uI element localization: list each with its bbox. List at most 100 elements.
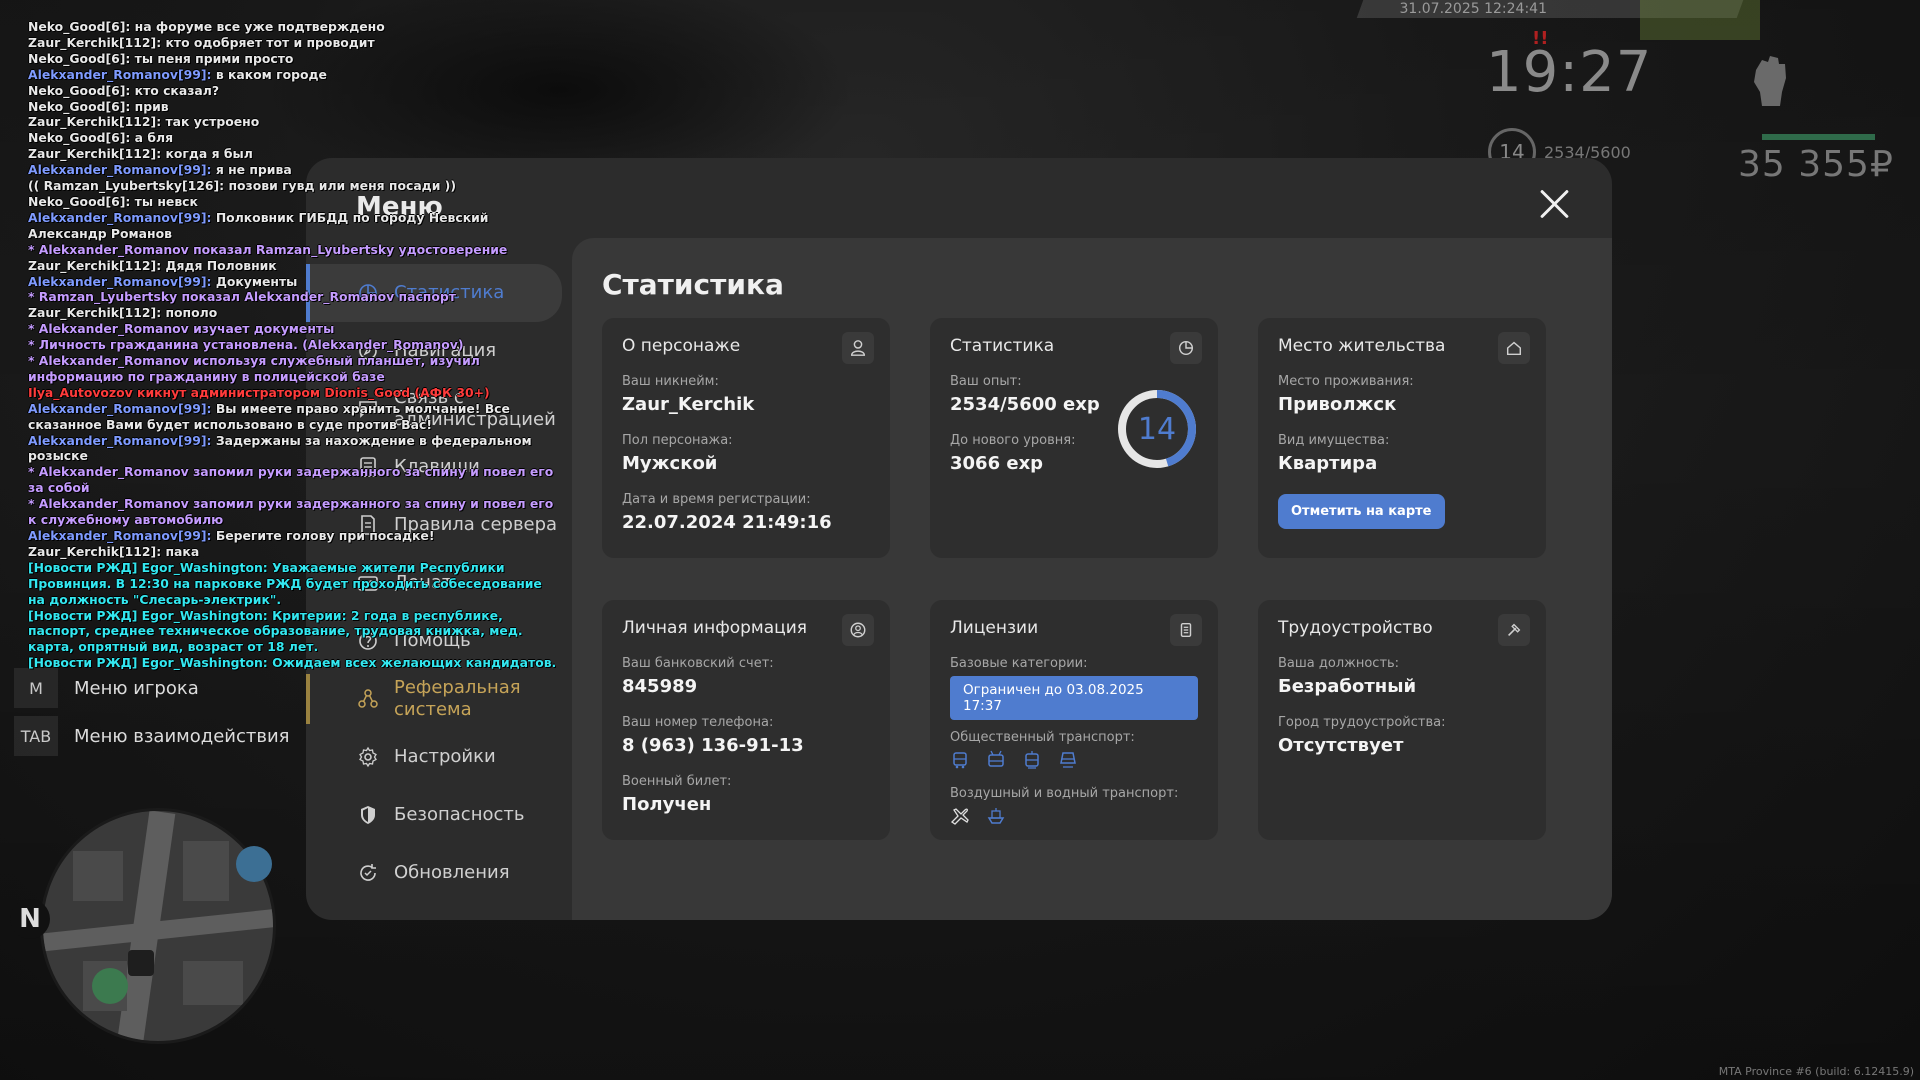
chat-nick: Zaur_Kerchik[112]: xyxy=(28,146,162,162)
chat-message: Zaur_Kerchik[112]: пополо xyxy=(28,305,558,321)
bus-icon xyxy=(950,750,970,774)
chat-message: Zaur_Kerchik[112]: Дядя Половник xyxy=(28,258,558,274)
trolleybus-icon xyxy=(986,750,1006,774)
chat-text: Дядя Половник xyxy=(161,257,277,273)
military-label: Военный билет: xyxy=(622,774,732,789)
chat-nick: Alekxander_Romanov[99]: xyxy=(28,400,212,416)
chat-text: в каком городе xyxy=(211,66,327,82)
registration-value: 22.07.2024 21:49:16 xyxy=(622,512,832,533)
military-value: Получен xyxy=(622,794,712,815)
chat-text: так устроено xyxy=(161,114,260,130)
position-value: Безработный xyxy=(1278,676,1417,697)
chat-message: Ilya_Autovozov кикнут администратором Di… xyxy=(28,385,558,401)
chat-text: кто одобряет тот и проводит xyxy=(161,34,375,50)
chat-message: Neko_Good[6]: прив xyxy=(28,99,558,115)
nav-item-label: Безопасность xyxy=(394,804,525,825)
chat-text: ты пеня прими просто xyxy=(130,50,294,66)
license-icon xyxy=(1170,614,1202,646)
property-value: Квартира xyxy=(1278,453,1378,474)
chat-text: [Новости РЖД] Egor_Washington: Уважаемые… xyxy=(28,559,547,607)
chat-text: * Личность гражданина установлена. (Alek… xyxy=(28,337,464,353)
base-license-badge: Ограничен до 03.08.2025 17:37 xyxy=(950,676,1198,720)
residence-value: Приволжск xyxy=(1278,394,1397,415)
chat-log: Neko_Good[6]: на форуме все уже подтверж… xyxy=(28,19,558,671)
quick-menu-interaction[interactable]: TAB Меню взаимодействия xyxy=(14,716,304,756)
chat-text: * Alekxander_Romanov запомил руки задерж… xyxy=(28,464,558,496)
chat-nick: Neko_Good[6]: xyxy=(28,82,131,98)
hud-datetime: 31.07.2025 12:24:41 xyxy=(1399,1,1548,17)
air-water-transport-icons xyxy=(950,806,1198,830)
chat-message: * Alekxander_Romanov запомил руки задерж… xyxy=(28,464,558,496)
content-panel: Статистика О персонаже Ваш никнейм: Zaur… xyxy=(572,238,1612,920)
fist-icon xyxy=(1748,52,1792,112)
chat-nick: Neko_Good[6]: xyxy=(28,19,131,34)
chat-text: прив xyxy=(130,98,169,114)
chat-text: пополо xyxy=(161,305,218,321)
phone-value: 8 (963) 136-91-13 xyxy=(622,735,804,756)
plane-icon xyxy=(950,806,970,830)
chat-message: Zaur_Kerchik[112]: когда я был xyxy=(28,146,558,162)
chat-message: * Ramzan_Lyubertsky показал Alekxander_R… xyxy=(28,289,558,305)
chat-message: Alekxander_Romanov[99]: Вы имеете право … xyxy=(28,401,558,433)
id-icon xyxy=(842,614,874,646)
chat-text: * Ramzan_Lyubertsky показал Alekxander_R… xyxy=(28,289,456,305)
nav-item[interactable]: Обновления xyxy=(306,844,566,902)
chat-message: * Alekxander_Romanov используя служебный… xyxy=(28,353,558,385)
referral-icon xyxy=(356,687,380,711)
bank-value: 845989 xyxy=(622,676,698,697)
level-number: 14 xyxy=(1137,411,1177,447)
chat-message: * Alekxander_Romanov изучает документы xyxy=(28,321,558,337)
hud-clock: 19:27 xyxy=(1486,40,1653,105)
chat-message: Alekxander_Romanov[99]: Полковник ГИБДД … xyxy=(28,210,558,242)
user-icon xyxy=(842,332,874,364)
card-title: Трудоустройство xyxy=(1278,618,1433,638)
card-title: О персонаже xyxy=(622,336,741,356)
chat-nick: Neko_Good[6]: xyxy=(28,193,131,209)
quick-menu-label: Меню взаимодействия xyxy=(74,725,290,747)
nav-item-label: Настройки xyxy=(394,746,496,767)
chat-text: * Alekxander_Romanov изучает документы xyxy=(28,321,335,337)
bank-label: Ваш банковский счет: xyxy=(622,656,774,671)
chat-message: * Alekxander_Romanov запомил руки задерж… xyxy=(28,496,558,528)
player-marker-icon xyxy=(128,950,154,976)
chat-nick: Alekxander_Romanov[99]: xyxy=(28,528,212,543)
shield-icon xyxy=(356,803,380,827)
card-residence: Место жительства Место проживания: Приво… xyxy=(1258,318,1546,558)
chat-message: Neko_Good[6]: кто сказал? xyxy=(28,83,558,99)
chart-pie-icon xyxy=(1170,332,1202,364)
level-progress-ring: 14 xyxy=(1116,388,1198,470)
chat-message: Neko_Good[6]: ты пеня прими просто xyxy=(28,51,558,67)
chat-nick: Alekxander_Romanov[99]: xyxy=(28,273,212,289)
close-button[interactable] xyxy=(1538,188,1570,220)
residence-label: Место проживания: xyxy=(1278,374,1414,389)
server-watermark: MTA Province #6 (build: 6.12415.9) xyxy=(1718,1065,1914,1078)
card-licenses: Лицензии Базовые категории: Ограничен до… xyxy=(930,600,1218,840)
card-personal-info: Личная информация Ваш банковский счет: 8… xyxy=(602,600,890,840)
card-employment: Трудоустройство Ваша должность: Безработ… xyxy=(1258,600,1546,840)
chat-nick: Alekxander_Romanov[99]: xyxy=(28,209,212,225)
employment-city-label: Город трудоустройства: xyxy=(1278,715,1446,730)
employment-city-value: Отсутствует xyxy=(1278,735,1404,756)
chat-text: * Alekxander_Romanov запомил руки задерж… xyxy=(28,496,558,528)
boat-icon xyxy=(986,806,1006,830)
chat-nick: Zaur_Kerchik[112]: xyxy=(28,543,162,559)
chat-nick: Alekxander_Romanov[99]: xyxy=(28,162,212,178)
chat-nick: Alekxander_Romanov[99]: xyxy=(28,66,212,82)
chat-message: Alekxander_Romanov[99]: я не прива xyxy=(28,162,558,178)
chat-text: Ilya_Autovozov кикнут администратором Di… xyxy=(28,384,490,400)
key-hint: TAB xyxy=(14,716,58,756)
card-title: Место жительства xyxy=(1278,336,1446,356)
nav-item[interactable]: Безопасность xyxy=(306,786,566,844)
chat-nick: (( xyxy=(28,178,40,194)
bus-stop-icon xyxy=(92,968,128,1004)
nav-item[interactable]: Реферальная система xyxy=(306,670,566,728)
nav-item[interactable]: Настройки xyxy=(306,728,566,786)
gender-label: Пол персонажа: xyxy=(622,433,733,448)
card-title: Лицензии xyxy=(950,618,1039,638)
chat-nick: Zaur_Kerchik[112]: xyxy=(28,305,162,321)
mark-on-map-button[interactable]: Отметить на карте xyxy=(1278,494,1445,529)
quick-menu-player[interactable]: M Меню игрока xyxy=(14,668,304,708)
home-icon xyxy=(1498,332,1530,364)
section-title: Статистика xyxy=(602,268,784,301)
card-character: О персонаже Ваш никнейм: Zaur_Kerchik По… xyxy=(602,318,890,558)
